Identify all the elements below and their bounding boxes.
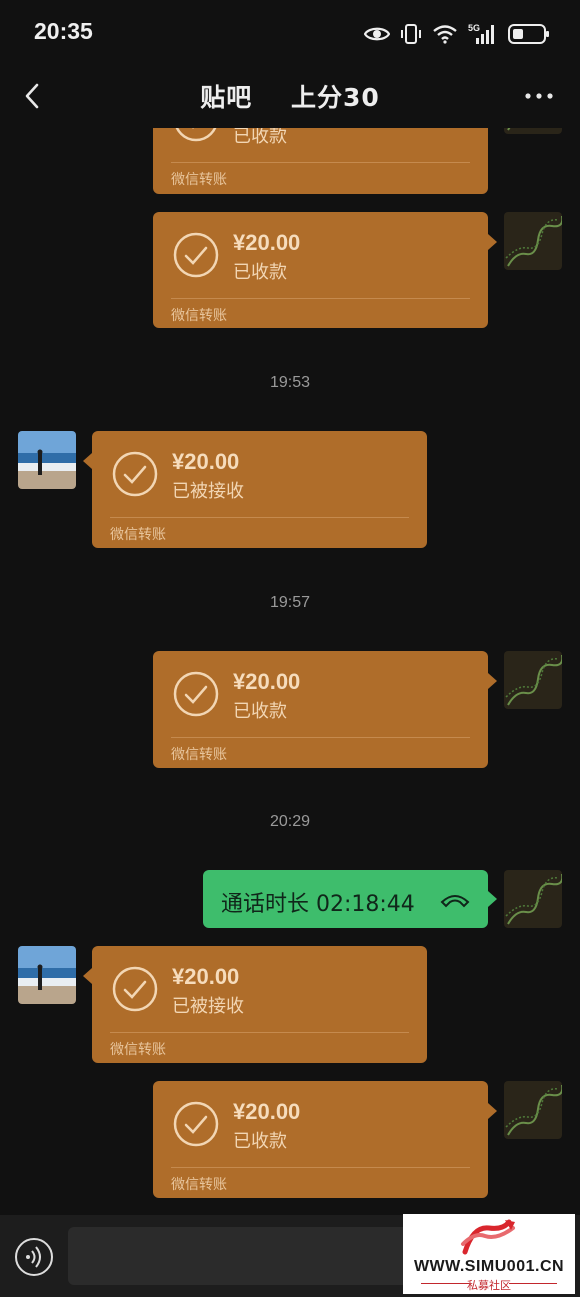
my-avatar[interactable] [504, 1081, 562, 1139]
watermark-line-right [509, 1283, 557, 1284]
transfer-amount: ¥20.00 [233, 230, 301, 255]
eye-icon [364, 25, 390, 43]
time-separator: 19:57 [269, 594, 311, 611]
watermark-logo-icon [459, 1218, 519, 1262]
transfer-amount: ¥20.00 [172, 449, 240, 474]
chat-title: 贴吧 上分30 [200, 83, 380, 112]
my-avatar[interactable] [504, 212, 562, 270]
status-time: 20:35 [34, 18, 93, 44]
bubble-divider [171, 737, 470, 738]
status-icons: 5G [364, 20, 550, 48]
check-circle-icon [173, 128, 219, 142]
my-avatar[interactable] [504, 651, 562, 709]
transfer-amount: ¥20.00 [233, 669, 301, 694]
transfer-amount: ¥20.00 [172, 964, 240, 989]
transfer-footer: 微信转账 [171, 747, 227, 763]
wifi-icon [432, 24, 458, 44]
check-circle-icon [112, 966, 158, 1012]
chat-area[interactable]: 已收款 微信转账 ¥20.00 已收款 微信转账 19:53 ¥20.00 已被… [0, 128, 580, 1215]
transfer-bubble[interactable]: ¥20.00 已收款 微信转账 [153, 212, 497, 328]
contact-avatar[interactable] [18, 946, 76, 1004]
bubble-divider [110, 517, 409, 518]
signal-5g-icon: 5G [468, 22, 498, 46]
check-circle-icon [173, 1101, 219, 1147]
transfer-amount: ¥20.00 [233, 1099, 301, 1124]
bubble-divider [171, 298, 470, 299]
bubble-divider [171, 1167, 470, 1168]
check-circle-icon [112, 451, 158, 497]
my-avatar[interactable] [504, 128, 562, 134]
check-circle-icon [173, 232, 219, 278]
transfer-bubble[interactable]: ¥20.00 已收款 微信转账 [153, 1081, 497, 1198]
more-dots-icon [525, 93, 553, 99]
transfer-status: 已收款 [233, 262, 287, 283]
transfer-footer: 微信转账 [110, 1042, 166, 1058]
voice-icon [15, 1238, 53, 1276]
contact-avatar[interactable] [18, 431, 76, 489]
transfer-bubble[interactable]: ¥20.00 已被接收 微信转账 [83, 431, 427, 548]
bubble-divider [110, 1032, 409, 1033]
time-separator: 20:29 [269, 813, 311, 830]
status-bar: 20:35 5G [0, 0, 580, 64]
watermark-text: WWW.SIMU001.CN [413, 1258, 565, 1275]
transfer-status: 已收款 [233, 128, 287, 147]
bubble-divider [171, 162, 470, 163]
transfer-footer: 微信转账 [171, 172, 227, 188]
transfer-bubble[interactable]: ¥20.00 已被接收 微信转账 [83, 946, 427, 1063]
call-duration-text: 通话时长 02:18:44 [221, 892, 415, 917]
battery-icon [508, 23, 550, 45]
check-circle-icon [173, 671, 219, 717]
watermark-subtext: 私募社区 [467, 1279, 511, 1292]
transfer-bubble[interactable]: ¥20.00 已收款 微信转账 [153, 651, 497, 768]
transfer-footer: 微信转账 [110, 527, 166, 543]
call-bubble[interactable]: 通话时长 02:18:44 [203, 870, 497, 928]
voice-button[interactable] [14, 1237, 54, 1277]
phone-hangup-icon [440, 890, 470, 912]
transfer-status: 已收款 [233, 1131, 287, 1152]
transfer-footer: 微信转账 [171, 1177, 227, 1193]
my-avatar[interactable] [504, 870, 562, 928]
transfer-status: 已被接收 [172, 481, 244, 502]
more-button[interactable] [524, 82, 554, 110]
vibrate-icon [400, 23, 422, 45]
transfer-status: 已被接收 [172, 996, 244, 1017]
transfer-bubble[interactable]: 已收款 微信转账 [153, 128, 488, 194]
nav-bar: 贴吧 上分30 [0, 64, 580, 128]
watermark: WWW.SIMU001.CN 私募社区 [403, 1214, 575, 1294]
transfer-footer: 微信转账 [171, 308, 227, 324]
transfer-status: 已收款 [233, 701, 287, 722]
message-input[interactable] [68, 1227, 428, 1285]
time-separator: 19:53 [269, 374, 311, 391]
svg-text:5G: 5G [468, 23, 480, 33]
